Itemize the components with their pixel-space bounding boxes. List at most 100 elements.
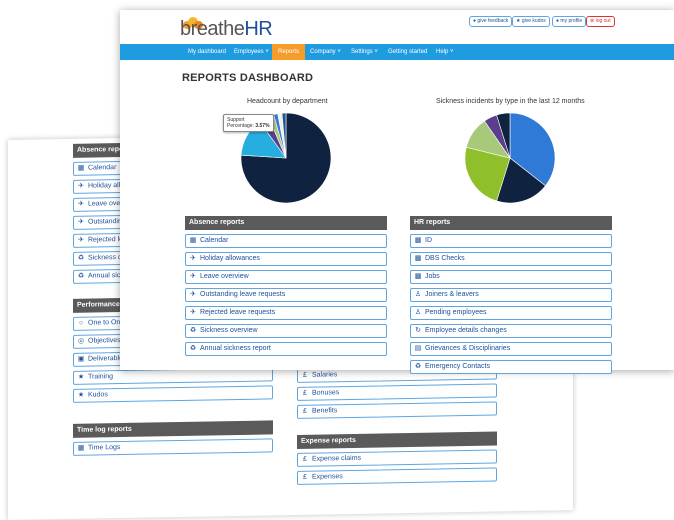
emergency-contacts-icon: ♻ xyxy=(414,363,422,370)
my-profile-link[interactable]: ● my profile xyxy=(552,16,587,27)
report-link-label: DBS Checks xyxy=(425,255,465,262)
expenses-icon: £ xyxy=(303,473,307,481)
back-expense-panel: Expense reports £ Expense claims £ Expenses xyxy=(297,431,497,485)
report-link-label: Pending employees xyxy=(425,309,487,316)
kudos-icon: ★ xyxy=(77,391,85,399)
nav-getting-started[interactable]: Getting started xyxy=(382,44,433,60)
sickness-chart-title: Sickness incidents by type in the last 1… xyxy=(436,98,585,105)
objectives-icon: ◎ xyxy=(77,337,85,345)
panel-title: HR reports xyxy=(410,216,612,230)
one-to-ones-icon: ○ xyxy=(78,319,84,327)
report-link-label: Jobs xyxy=(425,273,440,280)
report-link-bonuses[interactable]: £ Bonuses xyxy=(297,383,497,401)
report-link-outstanding-leave-requests[interactable]: ✈ Outstanding leave requests xyxy=(185,288,387,302)
report-link-label: Training xyxy=(88,373,114,381)
sickness-pie-chart xyxy=(464,112,556,204)
report-link-jobs[interactable]: ▩ Jobs xyxy=(410,270,612,284)
log-out-link[interactable]: ⊗ log out xyxy=(586,16,615,27)
report-link-label: ID xyxy=(425,237,432,244)
panel-title: Absence reports xyxy=(185,216,387,230)
report-link-id[interactable]: ▩ ID xyxy=(410,234,612,248)
report-link-grievances-disciplinaries[interactable]: ▤ Grievances & Disciplinaries xyxy=(410,342,612,356)
report-link-label: Rejected leave requests xyxy=(200,309,276,316)
report-link-label: Joiners & leavers xyxy=(425,291,479,298)
sickness-overview-icon: ♻ xyxy=(77,254,85,262)
report-link-expenses[interactable]: £ Expenses xyxy=(297,467,497,485)
headcount-chart-title: Headcount by department xyxy=(247,98,328,105)
report-link-time-logs[interactable]: ▦ Time Logs xyxy=(73,438,273,456)
nav-settings[interactable]: Settings ˅ xyxy=(345,44,384,60)
page-title: REPORTS DASHBOARD xyxy=(182,72,314,84)
report-link-label: Expense claims xyxy=(312,454,362,463)
give-kudos-link[interactable]: ★ give kudos xyxy=(512,16,550,27)
report-link-label: Expenses xyxy=(312,473,343,481)
report-link-pending-employees[interactable]: ♙ Pending employees xyxy=(410,306,612,320)
report-link-label: Calendar xyxy=(200,237,229,244)
salaries-icon: £ xyxy=(303,371,307,379)
report-link-label: Kudos xyxy=(88,391,108,399)
nav-company[interactable]: Company ˅ xyxy=(304,44,347,60)
time-logs-icon: ▦ xyxy=(77,444,85,452)
grievances-disciplinaries-icon: ▤ xyxy=(414,345,422,352)
report-link-label: Time Logs xyxy=(88,444,121,452)
nav-help[interactable]: Help ˅ xyxy=(430,44,460,60)
report-link-kudos[interactable]: ★ Kudos xyxy=(73,385,273,403)
report-link-rejected-leave-requests[interactable]: ✈ Rejected leave requests xyxy=(185,306,387,320)
report-link-label: Salaries xyxy=(312,371,338,379)
report-link-calendar[interactable]: ▦ Calendar xyxy=(185,234,387,248)
leave-overview-icon: ✈ xyxy=(190,273,196,280)
report-link-benefits[interactable]: £ Benefits xyxy=(297,401,497,419)
rejected-leave-requests-icon: ✈ xyxy=(78,236,84,244)
rejected-leave-requests-icon: ✈ xyxy=(190,309,196,316)
report-link-label: Objectives xyxy=(88,337,121,345)
benefits-icon: £ xyxy=(303,407,307,415)
main-nav: My dashboard Employees ˅ Reports Company… xyxy=(120,44,674,60)
holiday-allowances-icon: ✈ xyxy=(190,255,196,262)
report-link-annual-sickness-report[interactable]: ♻Annual sickness report xyxy=(185,342,387,356)
leave-overview-icon: ✈ xyxy=(78,200,84,208)
report-link-expense-claims[interactable]: £ Expense claims xyxy=(297,449,497,467)
training-icon: ★ xyxy=(77,373,85,381)
absence-reports-panel: Absence reports ▦ Calendar ✈ Holiday allowa… xyxy=(185,216,387,356)
pending-employees-icon: ♙ xyxy=(414,309,422,316)
jobs-icon: ▩ xyxy=(414,273,422,280)
annual-sickness-report-icon: ♻ xyxy=(189,345,197,352)
report-link-sickness-overview[interactable]: ♻ Sickness overview xyxy=(185,324,387,338)
employee-details-changes-icon: ↻ xyxy=(415,327,421,334)
calendar-icon: ▦ xyxy=(77,164,85,172)
annual-sickness-report-icon: ♻ xyxy=(77,272,85,280)
report-link-joiners-leavers[interactable]: ♙ Joiners & leavers xyxy=(410,288,612,302)
report-link-label: Leave overview xyxy=(200,273,249,280)
report-link-label: Holiday allowances xyxy=(200,255,260,262)
report-link-leave-overview[interactable]: ✈ Leave overview xyxy=(185,270,387,284)
nav-my-dashboard[interactable]: My dashboard xyxy=(182,44,232,60)
holiday-allowances-icon: ✈ xyxy=(78,182,84,190)
report-link-label: Grievances & Disciplinaries xyxy=(425,345,511,352)
report-link-emergency-contacts[interactable]: ♻ Emergency Contacts xyxy=(410,360,612,374)
panel-title: Time log reports xyxy=(73,420,273,438)
report-link-label: Outstanding leave requests xyxy=(200,291,286,298)
report-link-label: Bonuses xyxy=(312,389,340,397)
sickness-overview-icon: ♻ xyxy=(189,327,197,334)
give-feedback-link[interactable]: ● give feedback xyxy=(469,16,513,27)
report-link-label: Sickness overview xyxy=(200,327,258,334)
hr-reports-panel: HR reports ▩ ID ▩ DBS Checks ▩ Jobs ♙ Joiners &… xyxy=(410,216,612,374)
outstanding-leave-requests-icon: ✈ xyxy=(190,291,196,298)
report-link-employee-details-changes[interactable]: ↻ Employee details changes xyxy=(410,324,612,338)
chart-tooltip: Support Percentage: 3.57% xyxy=(223,114,274,132)
report-link-label: Annual sickness report xyxy=(200,345,271,352)
deliverables-icon: ▣ xyxy=(77,355,85,363)
reports-dashboard-window: breatheHR ● give feedback ★ give kudos ●… xyxy=(120,10,674,374)
joiners-leavers-icon: ♙ xyxy=(414,291,422,298)
report-link-label: Benefits xyxy=(312,407,338,415)
report-link-label: Employee details changes xyxy=(425,327,507,334)
report-link-dbs-checks[interactable]: ▩ DBS Checks xyxy=(410,252,612,266)
nav-reports[interactable]: Reports xyxy=(272,44,306,60)
report-link-holiday-allowances[interactable]: ✈ Holiday allowances xyxy=(185,252,387,266)
nav-employees[interactable]: Employees ˅ xyxy=(228,44,275,60)
logo[interactable]: breatheHR xyxy=(180,18,273,41)
outstanding-leave-requests-icon: ✈ xyxy=(78,218,84,226)
expense-claims-icon: £ xyxy=(303,455,307,463)
bonuses-icon: £ xyxy=(303,389,307,397)
report-link-label: Calendar xyxy=(88,164,117,172)
